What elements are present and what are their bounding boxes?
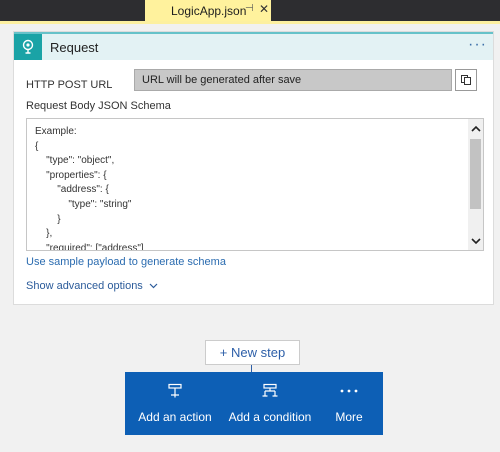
request-icon <box>14 34 42 60</box>
pin-icon[interactable]: ⊣ <box>245 3 254 14</box>
copy-url-button[interactable] <box>455 69 477 91</box>
add-action-label: Add an action <box>138 410 212 424</box>
add-action-icon <box>167 382 183 400</box>
new-step-button[interactable]: + New step <box>205 340 300 365</box>
add-condition-icon <box>261 382 279 400</box>
http-post-url-label: HTTP POST URL <box>26 79 113 91</box>
tab-title: LogicApp.json <box>171 3 247 18</box>
schema-editor[interactable]: Example: { "type": "object", "properties… <box>26 118 484 251</box>
card-title: Request <box>50 40 99 55</box>
advanced-options-label: Show advanced options <box>26 280 143 292</box>
schema-text[interactable]: Example: { "type": "object", "properties… <box>35 125 144 250</box>
document-tab-strip: LogicApp.json ⊣ ✕ <box>0 0 500 24</box>
copy-icon <box>461 75 471 85</box>
more-button[interactable]: More <box>325 372 373 435</box>
scroll-up-icon[interactable] <box>468 119 483 137</box>
more-label: More <box>335 410 363 424</box>
card-more-options-icon[interactable]: ··· <box>468 36 487 54</box>
ellipsis-icon <box>340 382 358 400</box>
add-condition-label: Add a condition <box>228 410 312 424</box>
card-header[interactable]: Request ··· <box>14 32 493 60</box>
scroll-thumb[interactable] <box>470 139 481 209</box>
add-condition-button[interactable]: Add a condition <box>225 372 315 435</box>
add-action-button[interactable]: Add an action <box>135 372 215 435</box>
request-trigger-card: Request ··· HTTP POST URL URL will be ge… <box>13 31 494 305</box>
schema-label: Request Body JSON Schema <box>26 100 171 112</box>
tab-logicapp-json[interactable]: LogicApp.json ⊣ ✕ <box>145 0 271 21</box>
close-icon[interactable]: ✕ <box>259 2 269 16</box>
chevron-down-icon <box>149 283 158 289</box>
scroll-down-icon[interactable] <box>468 232 483 250</box>
step-actions-panel: Add an action Add a condition More <box>125 372 383 435</box>
advanced-options-link[interactable]: Show advanced options <box>26 280 158 292</box>
schema-scrollbar[interactable] <box>468 119 483 250</box>
sample-payload-link[interactable]: Use sample payload to generate schema <box>26 256 226 268</box>
http-post-url-field: URL will be generated after save <box>134 69 452 91</box>
